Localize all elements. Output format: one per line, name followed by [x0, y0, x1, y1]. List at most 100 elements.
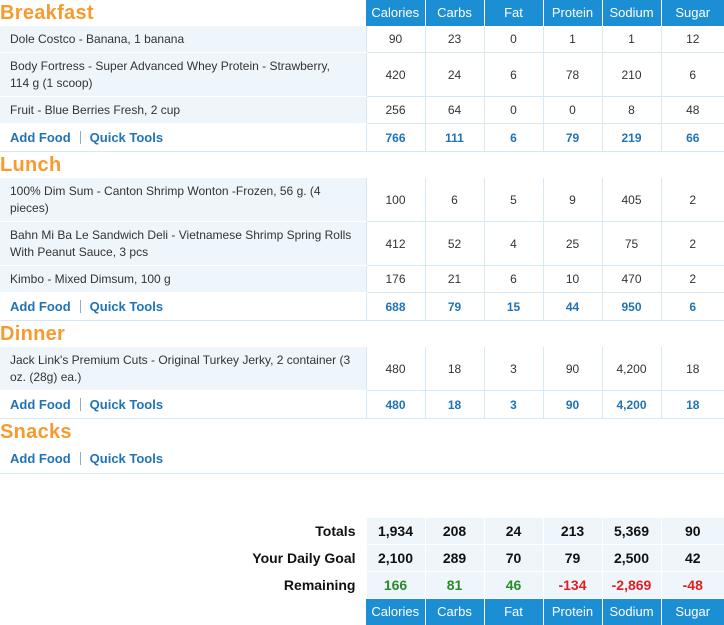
food-name[interactable]: Dole Costco - Banana, 1 banana — [0, 26, 366, 53]
food-calories-value: 100 — [366, 178, 425, 222]
food-row[interactable]: Body Fortress - Super Advanced Whey Prot… — [0, 53, 724, 97]
food-row[interactable]: Kimbo - Mixed Dimsum, 100 g176216104702 — [0, 266, 724, 293]
snacks-header-row: Snacks — [0, 419, 724, 446]
remaining-row-carbs: 81 — [425, 572, 484, 599]
lunch-actions: Add Food Quick Tools — [0, 293, 366, 321]
food-row[interactable]: Dole Costco - Banana, 1 banana902301112 — [0, 26, 724, 53]
food-fat-value: 3 — [484, 347, 543, 391]
food-sugar-value: 48 — [661, 97, 724, 124]
food-calories-value: 90 — [366, 26, 425, 53]
food-row[interactable]: Jack Link's Premium Cuts - Original Turk… — [0, 347, 724, 391]
totals-row-label: Totals — [0, 518, 366, 545]
food-fat-value: 6 — [484, 266, 543, 293]
food-sodium-value: 405 — [602, 178, 661, 222]
breakfast-header-row: BreakfastCaloriesCarbsFatProteinSodiumSu… — [0, 0, 724, 26]
food-carbs-value: 52 — [425, 222, 484, 266]
add-food-link[interactable]: Add Food — [10, 451, 71, 466]
lunch-total-protein: 44 — [543, 293, 602, 321]
food-name[interactable]: Fruit - Blue Berries Fresh, 2 cup — [0, 97, 366, 124]
breakfast-title: Breakfast — [0, 0, 366, 26]
food-row[interactable]: 100% Dim Sum - Canton Shrimp Wonton -Fro… — [0, 178, 724, 222]
breakfast-header-sodium: Sodium — [602, 0, 661, 26]
remaining-row-label: Remaining — [0, 572, 366, 599]
snacks-empty-totals — [366, 445, 724, 474]
lunch-total-sodium: 950 — [602, 293, 661, 321]
dinner-header-row: Dinner — [0, 321, 724, 348]
food-name[interactable]: Jack Link's Premium Cuts - Original Turk… — [0, 347, 366, 391]
breakfast-actions-row: Add FoodQuick Tools76611167921966 — [0, 124, 724, 152]
dinner-total-carbs: 18 — [425, 391, 484, 419]
link-separator — [80, 300, 81, 313]
footer-header-sodium: Sodium — [602, 599, 661, 625]
footer-header-fat: Fat — [484, 599, 543, 625]
dinner-total-calories: 480 — [366, 391, 425, 419]
footer-header-calories: Calories — [366, 599, 425, 625]
dinner-total-sodium: 4,200 — [602, 391, 661, 419]
lunch-total-sugar: 6 — [661, 293, 724, 321]
daily-goal-row-sugar: 42 — [661, 545, 724, 572]
food-carbs-value: 18 — [425, 347, 484, 391]
footer-header-sugar: Sugar — [661, 599, 724, 625]
food-protein-value: 90 — [543, 347, 602, 391]
food-name[interactable]: 100% Dim Sum - Canton Shrimp Wonton -Fro… — [0, 178, 366, 222]
food-sodium-value: 4,200 — [602, 347, 661, 391]
add-food-link[interactable]: Add Food — [10, 299, 71, 314]
food-row[interactable]: Bahn Mi Ba Le Sandwich Deli - Vietnamese… — [0, 222, 724, 266]
breakfast-actions: Add Food Quick Tools — [0, 124, 366, 152]
food-calories-value: 412 — [366, 222, 425, 266]
daily-goal-row-sodium: 2,500 — [602, 545, 661, 572]
food-carbs-value: 6 — [425, 178, 484, 222]
food-name[interactable]: Kimbo - Mixed Dimsum, 100 g — [0, 266, 366, 293]
food-fat-value: 0 — [484, 97, 543, 124]
quick-tools-link[interactable]: Quick Tools — [90, 397, 163, 412]
food-sugar-value: 6 — [661, 53, 724, 97]
dinner-actions-row: Add FoodQuick Tools480183904,20018 — [0, 391, 724, 419]
food-protein-value: 78 — [543, 53, 602, 97]
food-carbs-value: 21 — [425, 266, 484, 293]
add-food-link[interactable]: Add Food — [10, 130, 71, 145]
link-separator — [80, 131, 81, 144]
food-diary-table: Breakfast CaloriesCarbsFatProteinSodiumSu… — [0, 0, 724, 625]
quick-tools-link[interactable]: Quick Tools — [90, 130, 163, 145]
lunch-title: Lunch — [0, 152, 366, 179]
snacks-actions-row: Add Food Quick Tools — [0, 445, 724, 474]
food-carbs-value: 24 — [425, 53, 484, 97]
lunch-total-calories: 688 — [366, 293, 425, 321]
food-fat-value: 4 — [484, 222, 543, 266]
lunch-header-row: Lunch — [0, 152, 724, 179]
food-name[interactable]: Body Fortress - Super Advanced Whey Prot… — [0, 53, 366, 97]
snacks-actions: Add Food Quick Tools — [0, 445, 366, 474]
food-calories-value: 256 — [366, 97, 425, 124]
dinner-total-fat: 3 — [484, 391, 543, 419]
remaining-row-protein: -134 — [543, 572, 602, 599]
lunch-total-carbs: 79 — [425, 293, 484, 321]
dinner-total-sugar: 18 — [661, 391, 724, 419]
totals-row: Totals1,934208242135,36990 — [0, 518, 724, 545]
header-spacer — [366, 321, 724, 348]
food-protein-value: 10 — [543, 266, 602, 293]
food-fat-value: 0 — [484, 26, 543, 53]
breakfast-total-fat: 6 — [484, 124, 543, 152]
summary-spacer — [0, 474, 724, 519]
breakfast-header-calories: Calories — [366, 0, 425, 26]
food-row[interactable]: Fruit - Blue Berries Fresh, 2 cup2566400… — [0, 97, 724, 124]
dinner-actions: Add Food Quick Tools — [0, 391, 366, 419]
quick-tools-link[interactable]: Quick Tools — [90, 451, 163, 466]
quick-tools-link[interactable]: Quick Tools — [90, 299, 163, 314]
food-fat-value: 6 — [484, 53, 543, 97]
dinner-total-protein: 90 — [543, 391, 602, 419]
breakfast-total-sodium: 219 — [602, 124, 661, 152]
food-protein-value: 0 — [543, 97, 602, 124]
food-name[interactable]: Bahn Mi Ba Le Sandwich Deli - Vietnamese… — [0, 222, 366, 266]
header-spacer — [366, 419, 724, 446]
food-carbs-value: 64 — [425, 97, 484, 124]
footer-header-row: CaloriesCarbsFatProteinSodiumSugar — [0, 599, 724, 625]
footer-header-protein: Protein — [543, 599, 602, 625]
breakfast-header-fat: Fat — [484, 0, 543, 26]
daily-goal-row-protein: 79 — [543, 545, 602, 572]
food-sodium-value: 210 — [602, 53, 661, 97]
food-sodium-value: 470 — [602, 266, 661, 293]
totals-row-calories: 1,934 — [366, 518, 425, 545]
add-food-link[interactable]: Add Food — [10, 397, 71, 412]
food-calories-value: 420 — [366, 53, 425, 97]
